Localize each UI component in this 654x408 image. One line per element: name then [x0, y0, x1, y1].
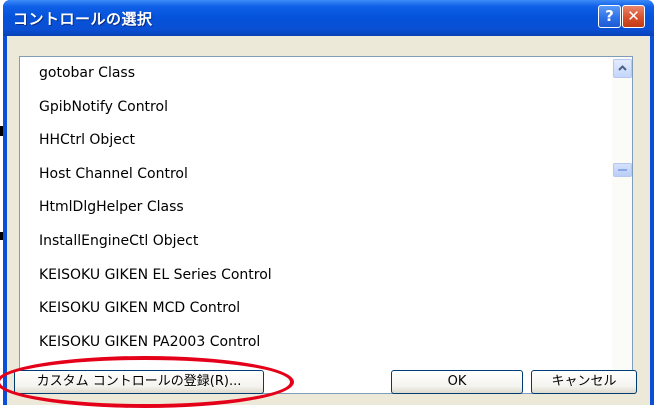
list-item[interactable]: gotobar Class	[20, 57, 610, 91]
chevron-up-icon	[618, 65, 627, 71]
register-custom-control-button[interactable]: カスタム コントロールの登録(R)...	[14, 370, 264, 394]
scroll-thumb-grip	[618, 169, 627, 171]
help-icon: ?	[605, 7, 614, 25]
control-listbox[interactable]: gotobar Class GpibNotify Control HHCtrl …	[19, 56, 633, 394]
title-bar[interactable]: コントロールの選択 ? ✕	[3, 0, 654, 36]
close-button[interactable]: ✕	[622, 5, 645, 28]
control-list: gotobar Class GpibNotify Control HHCtrl …	[20, 57, 610, 393]
close-icon: ✕	[627, 7, 640, 25]
scroll-thumb[interactable]	[613, 163, 632, 177]
list-item[interactable]: InstallEngineCtl Object	[20, 225, 610, 259]
list-item[interactable]: GpibNotify Control	[20, 91, 610, 125]
help-button[interactable]: ?	[598, 5, 621, 28]
list-item[interactable]: HtmlDlgHelper Class	[20, 191, 610, 225]
cancel-button[interactable]: キャンセル	[531, 370, 637, 394]
dialog-client-area: gotobar Class GpibNotify Control HHCtrl …	[7, 36, 650, 405]
list-item[interactable]: KEISOKU GIKEN MCD Control	[20, 292, 610, 326]
list-item[interactable]: KEISOKU GIKEN PA2003 Control	[20, 326, 610, 360]
list-item[interactable]: Host Channel Control	[20, 158, 610, 192]
ok-button[interactable]: OK	[391, 370, 523, 394]
vertical-scrollbar[interactable]	[612, 57, 632, 393]
list-item[interactable]: HHCtrl Object	[20, 124, 610, 158]
scroll-up-button[interactable]	[613, 59, 632, 78]
list-item[interactable]: KEISOKU GIKEN EL Series Control	[20, 259, 610, 293]
select-control-dialog: コントロールの選択 ? ✕ gotobar Class GpibNotify C…	[3, 0, 654, 405]
dialog-title: コントロールの選択	[13, 10, 153, 28]
